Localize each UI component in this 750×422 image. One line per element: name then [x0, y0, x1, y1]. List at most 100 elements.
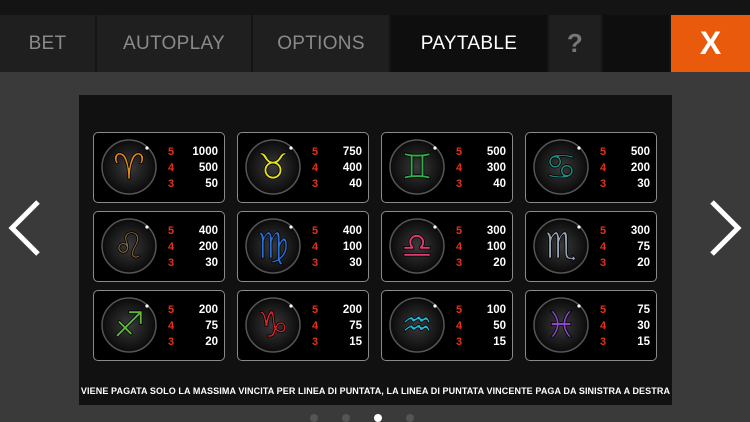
paytable-card: ♈ 5 1000 4 500 3 50: [93, 132, 225, 203]
payout-amount: 20: [493, 257, 506, 269]
payout-row: 3 40: [456, 176, 506, 192]
payout-multiplier: 5: [456, 225, 463, 237]
payout-multiplier: 3: [168, 336, 175, 348]
payout-row: 5 75: [600, 302, 650, 318]
payout-multiplier: 4: [600, 162, 607, 174]
paytable-card: ♊ 5 500 4 300 3 40: [381, 132, 513, 203]
payout-row: 5 750: [312, 144, 362, 160]
payout-amount: 40: [493, 178, 506, 190]
tab-bet[interactable]: BET: [0, 15, 95, 72]
leo-icon: ♌: [101, 218, 157, 274]
paytable-payouts: 5 1000 4 500 3 50: [168, 144, 218, 192]
payout-row: 3 40: [312, 176, 362, 192]
svg-text:♉: ♉: [257, 147, 289, 188]
payout-row: 4 100: [456, 239, 506, 255]
aquarius-icon: ♒: [389, 297, 445, 353]
payout-row: 3 15: [456, 334, 506, 350]
payout-row: 4 75: [600, 239, 650, 255]
tab-paytable[interactable]: PAYTABLE: [391, 15, 547, 72]
payout-amount: 200: [198, 304, 218, 316]
paytable-card: ♒ 5 100 4 50 3 15: [381, 290, 513, 361]
paytable-card: ♋ 5 500 4 200 3 30: [525, 132, 657, 203]
payout-multiplier: 3: [600, 178, 607, 190]
payout-amount: 30: [637, 320, 650, 332]
payout-row: 5 500: [456, 144, 506, 160]
payout-row: 4 400: [312, 160, 362, 176]
payout-amount: 15: [349, 336, 362, 348]
payout-multiplier: 4: [168, 320, 175, 332]
payout-row: 3 30: [600, 176, 650, 192]
tab-bar: BET AUTOPLAY OPTIONS PAYTABLE ? X: [0, 0, 750, 72]
payout-multiplier: 5: [600, 146, 607, 158]
prev-page-arrow[interactable]: [4, 198, 46, 258]
svg-text:♌: ♌: [113, 226, 145, 267]
payout-row: 4 75: [312, 318, 362, 334]
tab-paytable-label: PAYTABLE: [420, 32, 518, 54]
help-button[interactable]: ?: [549, 15, 601, 72]
payout-multiplier: 5: [312, 225, 319, 237]
paytable-card: ♌ 5 400 4 200 3 30: [93, 211, 225, 282]
pisces-icon: ♓: [533, 297, 589, 353]
payout-amount: 200: [198, 241, 218, 253]
tab-bar-spacer: [603, 15, 669, 72]
payout-multiplier: 5: [312, 146, 319, 158]
svg-text:♒: ♒: [401, 305, 433, 346]
payout-row: 4 200: [168, 239, 218, 255]
payout-multiplier: 4: [312, 320, 319, 332]
paytable-payouts: 5 200 4 75 3 20: [168, 302, 218, 350]
payout-multiplier: 5: [312, 304, 319, 316]
paytable-note: VIENE PAGATA SOLO LA MASSIMA VINCITA PER…: [80, 386, 671, 396]
svg-text:♊: ♊: [401, 147, 433, 188]
payout-amount: 400: [342, 162, 362, 174]
payout-amount: 50: [493, 320, 506, 332]
gemini-icon: ♊: [389, 139, 445, 195]
payout-amount: 15: [637, 336, 650, 348]
payout-row: 3 20: [600, 255, 650, 271]
payout-amount: 750: [342, 146, 362, 158]
payout-row: 3 30: [168, 255, 218, 271]
payout-row: 4 300: [456, 160, 506, 176]
paytable-payouts: 5 300 4 100 3 20: [456, 223, 506, 271]
paytable-card: ♑ 5 200 4 75 3 15: [237, 290, 369, 361]
payout-amount: 400: [198, 225, 218, 237]
svg-text:♋: ♋: [545, 147, 577, 188]
tab-options[interactable]: OPTIONS: [253, 15, 389, 72]
payout-row: 3 50: [168, 176, 218, 192]
payout-row: 4 30: [600, 318, 650, 334]
payout-amount: 15: [493, 336, 506, 348]
close-button[interactable]: X: [671, 15, 750, 72]
payout-multiplier: 3: [456, 336, 463, 348]
payout-amount: 500: [198, 162, 218, 174]
payout-row: 5 200: [168, 302, 218, 318]
page-dot[interactable]: [374, 414, 382, 422]
paytable-card: ♉ 5 750 4 400 3 40: [237, 132, 369, 203]
payout-row: 5 300: [456, 223, 506, 239]
page-dot[interactable]: [406, 414, 414, 422]
payout-amount: 75: [205, 320, 218, 332]
payout-multiplier: 5: [168, 225, 175, 237]
scorpio-icon: ♏: [533, 218, 589, 274]
payout-multiplier: 3: [600, 336, 607, 348]
paytable-payouts: 5 400 4 200 3 30: [168, 223, 218, 271]
page-dot[interactable]: [310, 414, 318, 422]
sagittarius-icon: ♐: [101, 297, 157, 353]
payout-amount: 30: [637, 178, 650, 190]
paytable-card: ♏ 5 300 4 75 3 20: [525, 211, 657, 282]
payout-amount: 100: [342, 241, 362, 253]
payout-row: 3 30: [312, 255, 362, 271]
page-dot[interactable]: [342, 414, 350, 422]
payout-amount: 75: [349, 320, 362, 332]
payout-row: 5 100: [456, 302, 506, 318]
next-page-arrow[interactable]: [704, 198, 746, 258]
payout-amount: 30: [349, 257, 362, 269]
payout-multiplier: 4: [168, 241, 175, 253]
tab-options-label: OPTIONS: [277, 32, 365, 54]
payout-amount: 500: [630, 146, 650, 158]
payout-amount: 20: [205, 336, 218, 348]
paytable-card: ♍ 5 400 4 100 3 30: [237, 211, 369, 282]
tab-autoplay[interactable]: AUTOPLAY: [97, 15, 251, 72]
payout-amount: 100: [486, 241, 506, 253]
tab-autoplay-label: AUTOPLAY: [122, 32, 225, 54]
payout-multiplier: 3: [168, 178, 175, 190]
payout-amount: 30: [205, 257, 218, 269]
